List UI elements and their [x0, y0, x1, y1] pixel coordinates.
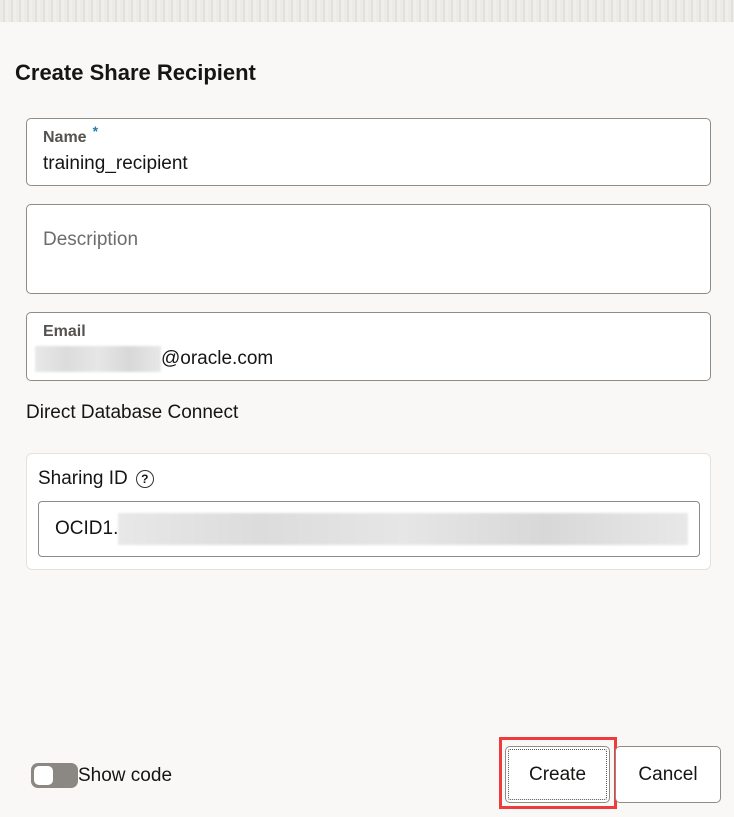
description-placeholder: Description: [43, 229, 139, 250]
create-button[interactable]: Create: [505, 746, 610, 803]
required-marker: *: [92, 123, 99, 139]
direct-connect-heading: Direct Database Connect: [26, 402, 239, 423]
redacted-email: [35, 346, 161, 372]
show-code-toggle[interactable]: [31, 763, 78, 788]
cancel-button[interactable]: Cancel: [615, 746, 721, 803]
header-pattern: [0, 0, 734, 22]
name-label: Name: [43, 129, 87, 146]
email-label: Email: [43, 323, 86, 340]
help-icon[interactable]: ?: [135, 470, 154, 488]
email-domain: @oracle.com: [161, 348, 274, 370]
sharing-id-label: Sharing ID: [38, 468, 128, 489]
description-field[interactable]: Description: [26, 204, 711, 294]
sharing-id-prefix: OCID1.: [55, 518, 119, 539]
name-field[interactable]: Name * training_recipient: [26, 118, 711, 186]
sharing-id-card: Sharing ID? OCID1.: [26, 453, 711, 570]
redacted-sharing-id: [118, 513, 689, 545]
name-value: training_recipient: [43, 153, 188, 174]
email-field[interactable]: Email @oracle.com: [26, 312, 711, 381]
sharing-id-input[interactable]: OCID1.: [38, 501, 700, 557]
show-code-label: Show code: [78, 765, 173, 786]
dialog-title: Create Share Recipient: [15, 60, 256, 85]
